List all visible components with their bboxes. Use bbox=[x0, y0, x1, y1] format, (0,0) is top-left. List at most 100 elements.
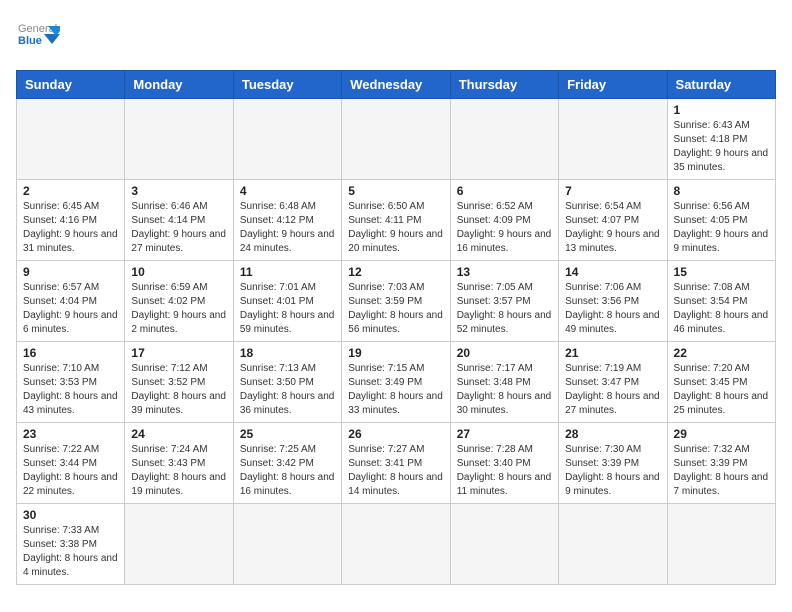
calendar-day-cell: 24 Sunrise: 7:24 AM Sunset: 3:43 PM Dayli… bbox=[125, 423, 233, 504]
day-info: Sunrise: 7:13 AM Sunset: 3:50 PM Dayligh… bbox=[240, 362, 335, 418]
day-info: Sunrise: 7:28 AM Sunset: 3:40 PM Dayligh… bbox=[457, 443, 552, 499]
day-number: 4 bbox=[240, 184, 335, 198]
calendar-day-cell: 23Sunrise: 7:22 AM Sunset: 3:44 PM Dayli… bbox=[17, 423, 125, 504]
day-info: Sunrise: 7:20 AM Sunset: 3:45 PM Dayligh… bbox=[674, 362, 769, 418]
logo: General Blue bbox=[16, 16, 60, 60]
day-info: Sunrise: 7:08 AM Sunset: 3:54 PM Dayligh… bbox=[674, 281, 769, 337]
calendar-day-cell: 17Sunrise: 7:12 AM Sunset: 3:52 PM Dayli… bbox=[125, 342, 233, 423]
calendar-day-cell bbox=[125, 504, 233, 585]
day-number: 7 bbox=[565, 184, 660, 198]
day-number: 25 bbox=[240, 427, 335, 441]
day-info: Sunrise: 6:45 AM Sunset: 4:16 PM Dayligh… bbox=[23, 200, 118, 256]
calendar-day-cell: 14 Sunrise: 7:06 AM Sunset: 3:56 PM Dayli… bbox=[559, 261, 667, 342]
calendar-day-cell: 10 Sunrise: 6:59 AM Sunset: 4:02 PM Dayli… bbox=[125, 261, 233, 342]
calendar-day-cell: 27 Sunrise: 7:28 AM Sunset: 3:40 PM Dayli… bbox=[450, 423, 558, 504]
page-header: General Blue bbox=[16, 16, 776, 60]
calendar-day-cell bbox=[342, 504, 450, 585]
weekday-header-cell: Tuesday bbox=[233, 71, 341, 99]
calendar-week-row: 1 Sunrise: 6:43 AM Sunset: 4:18 PM Daylig… bbox=[17, 99, 776, 180]
calendar-day-cell: 5 Sunrise: 6:50 AM Sunset: 4:11 PM Daylig… bbox=[342, 180, 450, 261]
weekday-header-cell: Friday bbox=[559, 71, 667, 99]
day-number: 1 bbox=[674, 103, 769, 117]
day-info: Sunrise: 7:25 AM Sunset: 3:42 PM Dayligh… bbox=[240, 443, 335, 499]
calendar-day-cell bbox=[233, 99, 341, 180]
calendar-week-row: 2 Sunrise: 6:45 AM Sunset: 4:16 PM Daylig… bbox=[17, 180, 776, 261]
calendar-day-cell: 26 Sunrise: 7:27 AM Sunset: 3:41 PM Dayli… bbox=[342, 423, 450, 504]
calendar-day-cell: 25 Sunrise: 7:25 AM Sunset: 3:42 PM Dayli… bbox=[233, 423, 341, 504]
calendar-day-cell bbox=[233, 504, 341, 585]
calendar-day-cell: 3Sunrise: 6:46 AM Sunset: 4:14 PM Daylig… bbox=[125, 180, 233, 261]
calendar-body: 1 Sunrise: 6:43 AM Sunset: 4:18 PM Daylig… bbox=[17, 99, 776, 585]
day-number: 11 bbox=[240, 265, 335, 279]
day-number: 12 bbox=[348, 265, 443, 279]
weekday-header-cell: Sunday bbox=[17, 71, 125, 99]
day-info: Sunrise: 6:59 AM Sunset: 4:02 PM Dayligh… bbox=[131, 281, 226, 337]
day-number: 27 bbox=[457, 427, 552, 441]
calendar-day-cell: 13 Sunrise: 7:05 AM Sunset: 3:57 PM Dayli… bbox=[450, 261, 558, 342]
day-info: Sunrise: 7:30 AM Sunset: 3:39 PM Dayligh… bbox=[565, 443, 660, 499]
calendar-day-cell: 18 Sunrise: 7:13 AM Sunset: 3:50 PM Dayli… bbox=[233, 342, 341, 423]
day-number: 13 bbox=[457, 265, 552, 279]
calendar-day-cell bbox=[559, 504, 667, 585]
day-info: Sunrise: 6:50 AM Sunset: 4:11 PM Dayligh… bbox=[348, 200, 443, 256]
day-info: Sunrise: 7:24 AM Sunset: 3:43 PM Dayligh… bbox=[131, 443, 226, 499]
day-info: Sunrise: 6:56 AM Sunset: 4:05 PM Dayligh… bbox=[674, 200, 769, 256]
calendar-day-cell: 2 Sunrise: 6:45 AM Sunset: 4:16 PM Daylig… bbox=[17, 180, 125, 261]
day-info: Sunrise: 6:57 AM Sunset: 4:04 PM Dayligh… bbox=[23, 281, 118, 337]
weekday-header-cell: Thursday bbox=[450, 71, 558, 99]
day-number: 14 bbox=[565, 265, 660, 279]
weekday-header-cell: Monday bbox=[125, 71, 233, 99]
day-info: Sunrise: 6:54 AM Sunset: 4:07 PM Dayligh… bbox=[565, 200, 660, 256]
calendar-day-cell bbox=[450, 99, 558, 180]
day-number: 26 bbox=[348, 427, 443, 441]
day-number: 10 bbox=[131, 265, 226, 279]
day-info: Sunrise: 7:19 AM Sunset: 3:47 PM Dayligh… bbox=[565, 362, 660, 418]
day-info: Sunrise: 7:10 AM Sunset: 3:53 PM Dayligh… bbox=[23, 362, 118, 418]
day-number: 9 bbox=[23, 265, 118, 279]
day-number: 5 bbox=[348, 184, 443, 198]
calendar-day-cell: 29 Sunrise: 7:32 AM Sunset: 3:39 PM Dayli… bbox=[667, 423, 775, 504]
day-info: Sunrise: 7:27 AM Sunset: 3:41 PM Dayligh… bbox=[348, 443, 443, 499]
calendar-day-cell bbox=[125, 99, 233, 180]
day-number: 19 bbox=[348, 346, 443, 360]
calendar-day-cell: 9 Sunrise: 6:57 AM Sunset: 4:04 PM Daylig… bbox=[17, 261, 125, 342]
day-number: 30 bbox=[23, 508, 118, 522]
day-info: Sunrise: 7:15 AM Sunset: 3:49 PM Dayligh… bbox=[348, 362, 443, 418]
calendar-week-row: 16Sunrise: 7:10 AM Sunset: 3:53 PM Dayli… bbox=[17, 342, 776, 423]
day-info: Sunrise: 7:05 AM Sunset: 3:57 PM Dayligh… bbox=[457, 281, 552, 337]
day-info: Sunrise: 7:17 AM Sunset: 3:48 PM Dayligh… bbox=[457, 362, 552, 418]
calendar-day-cell: 8 Sunrise: 6:56 AM Sunset: 4:05 PM Daylig… bbox=[667, 180, 775, 261]
day-number: 18 bbox=[240, 346, 335, 360]
calendar-day-cell: 19 Sunrise: 7:15 AM Sunset: 3:49 PM Dayli… bbox=[342, 342, 450, 423]
day-number: 24 bbox=[131, 427, 226, 441]
day-info: Sunrise: 7:12 AM Sunset: 3:52 PM Dayligh… bbox=[131, 362, 226, 418]
calendar-day-cell: 28Sunrise: 7:30 AM Sunset: 3:39 PM Dayli… bbox=[559, 423, 667, 504]
calendar-day-cell: 7 Sunrise: 6:54 AM Sunset: 4:07 PM Daylig… bbox=[559, 180, 667, 261]
day-number: 22 bbox=[674, 346, 769, 360]
day-number: 2 bbox=[23, 184, 118, 198]
day-number: 6 bbox=[457, 184, 552, 198]
day-number: 8 bbox=[674, 184, 769, 198]
weekday-header-cell: Wednesday bbox=[342, 71, 450, 99]
calendar-day-cell bbox=[17, 99, 125, 180]
calendar-day-cell: 15 Sunrise: 7:08 AM Sunset: 3:54 PM Dayli… bbox=[667, 261, 775, 342]
day-info: Sunrise: 6:43 AM Sunset: 4:18 PM Dayligh… bbox=[674, 119, 769, 175]
calendar-day-cell: 11 Sunrise: 7:01 AM Sunset: 4:01 PM Dayli… bbox=[233, 261, 341, 342]
calendar-day-cell: 6 Sunrise: 6:52 AM Sunset: 4:09 PM Daylig… bbox=[450, 180, 558, 261]
weekday-header-row: SundayMondayTuesdayWednesdayThursdayFrid… bbox=[17, 71, 776, 99]
day-info: Sunrise: 7:03 AM Sunset: 3:59 PM Dayligh… bbox=[348, 281, 443, 337]
day-info: Sunrise: 7:01 AM Sunset: 4:01 PM Dayligh… bbox=[240, 281, 335, 337]
calendar-day-cell: 30Sunrise: 7:33 AM Sunset: 3:38 PM Dayli… bbox=[17, 504, 125, 585]
day-number: 15 bbox=[674, 265, 769, 279]
calendar-week-row: 30Sunrise: 7:33 AM Sunset: 3:38 PM Dayli… bbox=[17, 504, 776, 585]
day-info: Sunrise: 7:32 AM Sunset: 3:39 PM Dayligh… bbox=[674, 443, 769, 499]
day-info: Sunrise: 6:52 AM Sunset: 4:09 PM Dayligh… bbox=[457, 200, 552, 256]
day-info: Sunrise: 6:48 AM Sunset: 4:12 PM Dayligh… bbox=[240, 200, 335, 256]
calendar-day-cell: 22 Sunrise: 7:20 AM Sunset: 3:45 PM Dayli… bbox=[667, 342, 775, 423]
generalblue-logo-icon: General Blue bbox=[16, 16, 60, 60]
day-info: Sunrise: 7:06 AM Sunset: 3:56 PM Dayligh… bbox=[565, 281, 660, 337]
svg-text:Blue: Blue bbox=[18, 35, 42, 47]
calendar-day-cell: 4 Sunrise: 6:48 AM Sunset: 4:12 PM Daylig… bbox=[233, 180, 341, 261]
day-number: 29 bbox=[674, 427, 769, 441]
day-info: Sunrise: 7:22 AM Sunset: 3:44 PM Dayligh… bbox=[23, 443, 118, 499]
